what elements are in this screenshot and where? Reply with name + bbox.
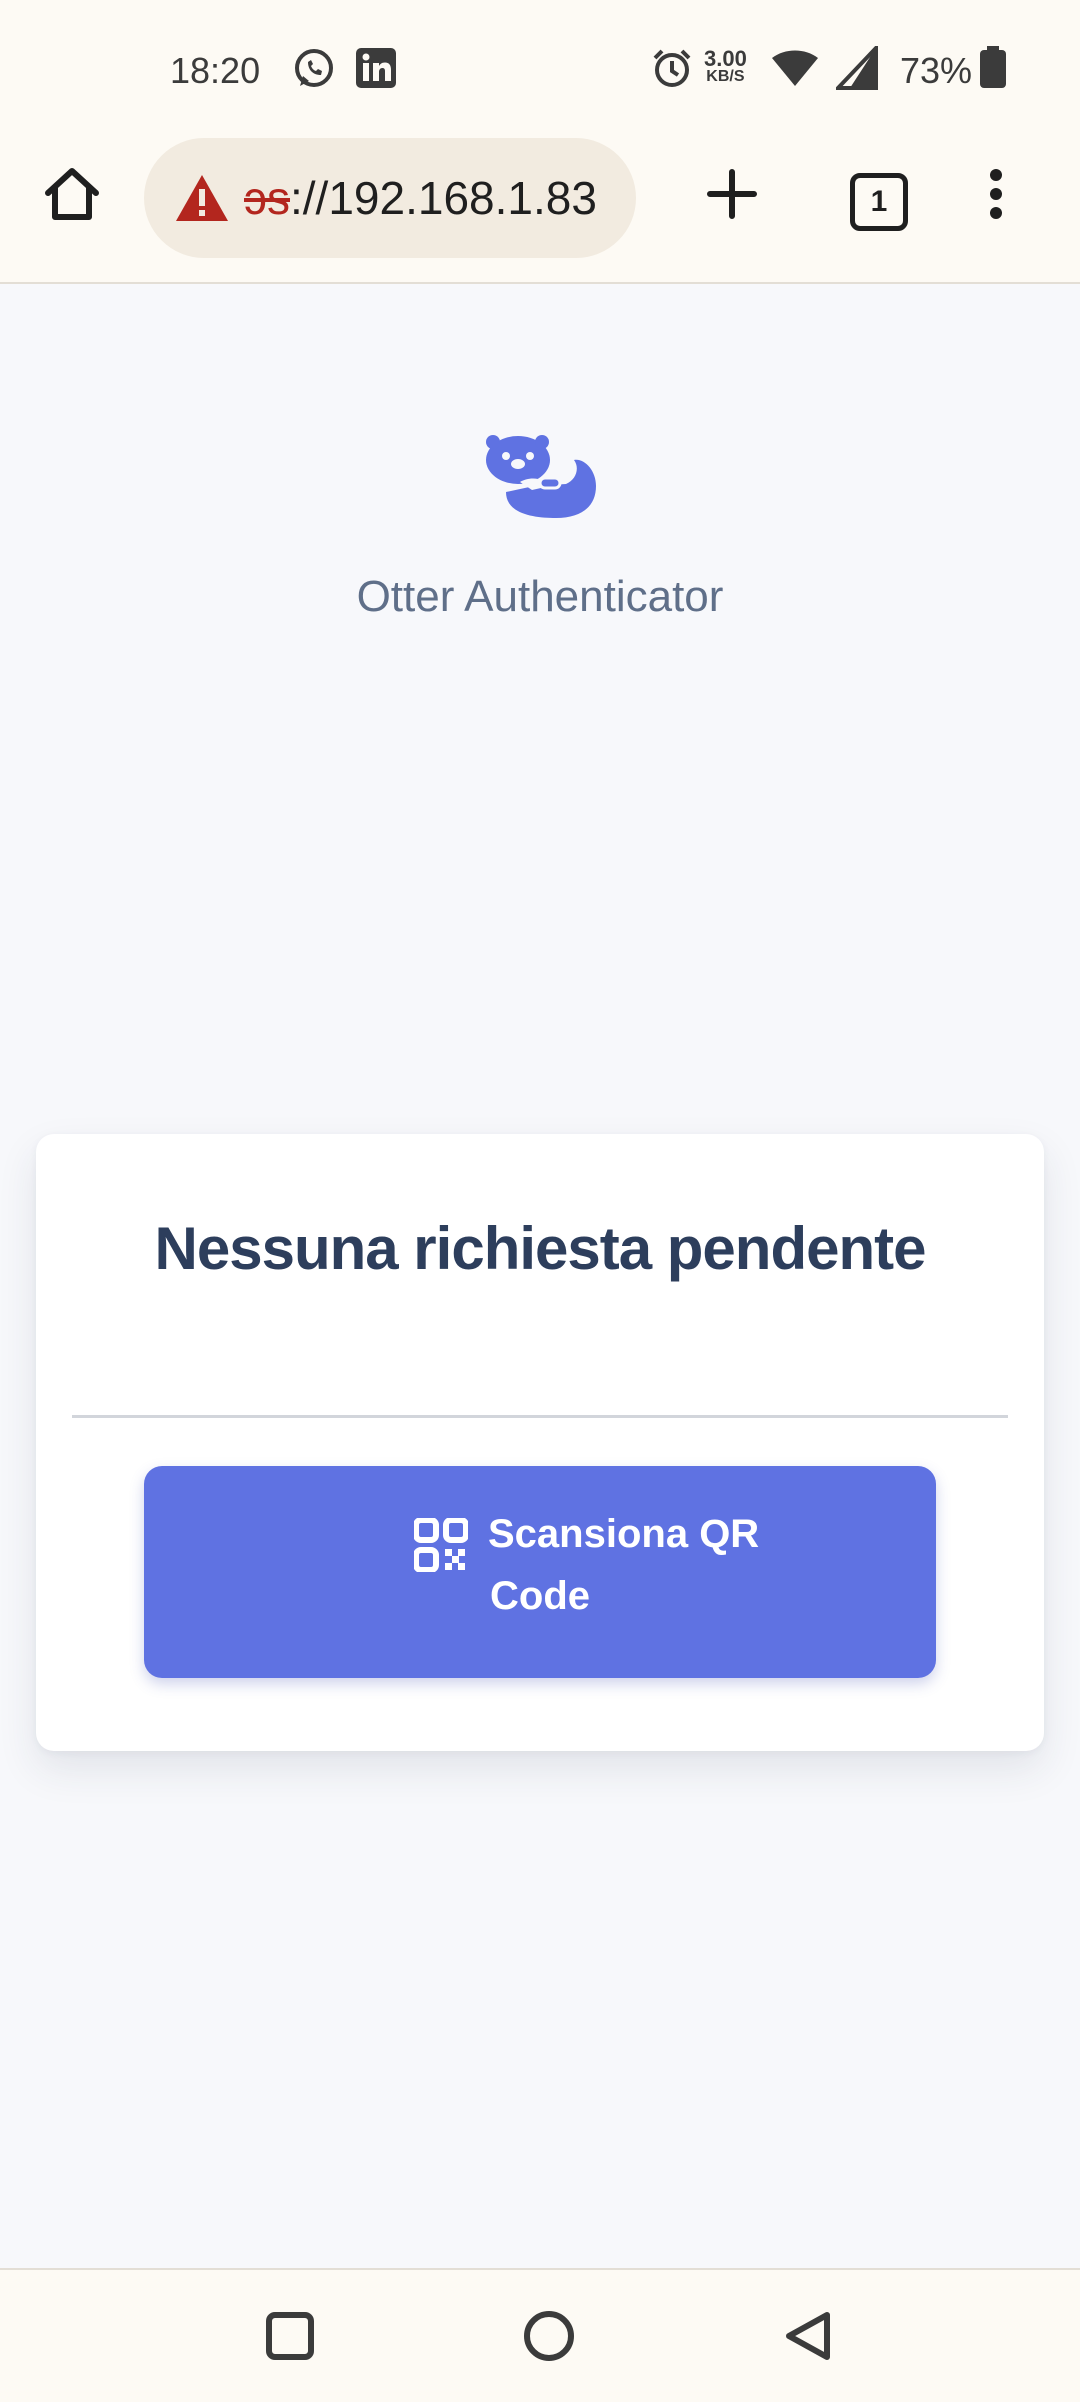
signal-icon <box>833 42 880 95</box>
tab-switcher-button[interactable]: 1 <box>850 173 908 231</box>
recents-button[interactable] <box>258 2306 322 2370</box>
new-tab-button[interactable] <box>696 160 768 232</box>
back-triangle-icon <box>783 2310 833 2367</box>
clock: 18:20 <box>170 50 261 91</box>
menu-icon <box>988 168 1004 225</box>
status-bar: 18:20 3.00 KB/S 73% <box>0 0 1080 138</box>
url-text: ɔs://192.168.1.83 <box>244 172 597 224</box>
wifi-icon <box>770 46 820 95</box>
whatsapp-icon <box>292 46 336 95</box>
alarm-icon <box>650 46 694 95</box>
address-bar[interactable]: ɔs://192.168.1.83 <box>144 138 636 258</box>
square-icon <box>265 2311 315 2366</box>
otter-logo-icon <box>484 434 598 520</box>
overflow-menu-button[interactable] <box>960 160 1032 232</box>
app-name: Otter Authenticator <box>356 572 724 621</box>
requests-card: Nessuna richiesta pendente Scansiona QR … <box>36 1134 1044 1751</box>
divider <box>72 1415 1008 1418</box>
battery-icon <box>978 46 1008 95</box>
system-nav-bar <box>0 2268 1080 2402</box>
linkedin-icon <box>354 46 398 95</box>
browser-toolbar: ɔs://192.168.1.83 1 <box>0 138 1080 284</box>
scan-button-label-line1: Scansiona QR <box>488 1512 760 1556</box>
net-speed: 3.00 KB/S <box>704 46 747 86</box>
back-button[interactable] <box>776 2306 840 2370</box>
home-icon <box>43 166 101 227</box>
battery-percentage: 73% <box>900 50 973 91</box>
plus-icon <box>706 168 758 225</box>
scan-qr-code-button[interactable]: Scansiona QR Code <box>144 1466 936 1678</box>
home-nav-button[interactable] <box>517 2306 581 2370</box>
no-pending-requests-title: Nessuna richiesta pendente <box>154 1215 927 1282</box>
scan-button-label-line2: Code <box>490 1574 590 1618</box>
warning-icon <box>174 173 230 223</box>
qr-code-icon <box>413 1517 469 1573</box>
home-button[interactable] <box>36 160 108 232</box>
circle-icon <box>523 2310 575 2367</box>
